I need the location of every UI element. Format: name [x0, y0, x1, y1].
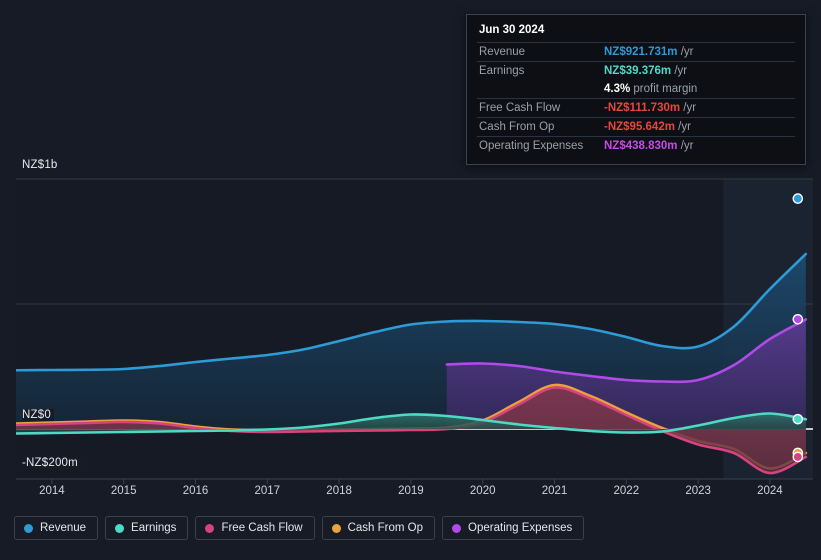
financial-chart-page: NZ$1b NZ$0 -NZ$200m 2014 2015 2016 2017 2018…: [0, 0, 821, 560]
legend-item-label: Cash From Op: [347, 522, 424, 534]
tooltip-row: Operating Expenses NZ$438.830m /yr: [477, 136, 795, 156]
chart-legend: Revenue Earnings Free Cash Flow Cash From O…: [14, 516, 585, 540]
x-axis-label-2024: 2024: [757, 485, 783, 497]
x-axis-label-2019: 2019: [398, 485, 424, 497]
tooltip-value-number: -NZ$95.642m: [604, 121, 675, 133]
tooltip-row: Earnings NZ$39.376m /yr: [477, 61, 795, 81]
legend-color-dot-icon: [205, 523, 215, 533]
tooltip-row-value: -NZ$111.730m /yr: [604, 99, 795, 118]
x-axis-label-2018: 2018: [326, 485, 352, 497]
legend-color-dot-icon: [331, 523, 341, 533]
tooltip-value-unit: /yr: [674, 121, 691, 133]
tooltip-row-value: NZ$438.830m /yr: [604, 137, 795, 156]
tooltip-value-number: 4.3%: [604, 83, 631, 95]
y-axis-label-top: NZ$1b: [22, 159, 61, 171]
tooltip-row-label: Cash From Op: [479, 121, 555, 133]
tooltip-value-number: NZ$39.376m: [604, 65, 672, 77]
tooltip-value-unit: /yr: [677, 46, 694, 58]
endpoint-marker-revenue: [792, 193, 804, 204]
tooltip-row-label: [477, 80, 604, 99]
tooltip-row-label: Operating Expenses: [479, 140, 584, 152]
x-axis-label-2021: 2021: [541, 485, 568, 497]
tooltip-row-value: -NZ$95.642m /yr: [604, 118, 795, 137]
tooltip-value-unit: profit margin: [630, 83, 698, 95]
endpoint-marker-free-cash-flow: [792, 451, 804, 463]
tooltip-table: Revenue NZ$921.731m /yr Earnings NZ$39.376m…: [477, 42, 795, 155]
legend-color-dot-icon: [24, 523, 33, 533]
tooltip-value-number: NZ$438.830m: [604, 140, 678, 152]
tooltip-date: Jun 30 2024: [479, 24, 545, 36]
x-axis-label-2014: 2014: [39, 485, 65, 497]
x-axis-label-2015: 2015: [110, 485, 137, 497]
tooltip-value-unit: /yr: [677, 140, 694, 152]
x-axis-label-2022: 2022: [613, 485, 640, 497]
tooltip-row: Cash From Op -NZ$95.642m /yr: [477, 117, 795, 137]
x-axis-label-2023: 2023: [685, 485, 711, 497]
x-axis-label-2017: 2017: [254, 485, 281, 497]
tooltip-row-label: Earnings: [479, 65, 525, 77]
legend-item-revenue[interactable]: Revenue: [14, 516, 99, 540]
tooltip-value-unit: /yr: [671, 65, 688, 77]
legend-color-dot-icon: [115, 523, 125, 533]
x-axis-label-2020: 2020: [469, 485, 496, 497]
legend-item-free-cash-flow[interactable]: Free Cash Flow: [195, 516, 315, 540]
tooltip-row-label: Free Cash Flow: [479, 102, 561, 114]
tooltip-value-number: -NZ$111.730m: [604, 102, 681, 114]
legend-item-cash-from-op[interactable]: Cash From Op: [321, 516, 436, 540]
data-tooltip: Jun 30 2024 Revenue NZ$921.731m /yr Earnin…: [466, 14, 806, 165]
tooltip-row: Revenue NZ$921.731m /yr: [477, 42, 795, 62]
tooltip-row: Free Cash Flow -NZ$111.730m /yr: [477, 98, 795, 118]
tooltip-row-label: Revenue: [479, 46, 526, 58]
legend-item-label: Operating Expenses: [468, 522, 573, 534]
legend-item-earnings[interactable]: Earnings: [105, 516, 189, 540]
tooltip-row-value: 4.3% profit margin: [604, 80, 795, 99]
legend-item-label: Earnings: [131, 522, 177, 534]
y-axis-label-bottom: -NZ$200m: [22, 457, 81, 469]
endpoint-marker-earnings: [792, 413, 804, 425]
endpoint-marker-operating-expenses: [792, 313, 804, 325]
legend-item-label: Free Cash Flow: [221, 522, 303, 534]
tooltip-value-unit: /yr: [680, 102, 697, 114]
tooltip-row-value: NZ$39.376m /yr: [604, 62, 795, 81]
legend-item-operating-expenses[interactable]: Operating Expenses: [442, 516, 585, 540]
x-axis-label-2016: 2016: [182, 485, 209, 497]
tooltip-row: 4.3% profit margin: [477, 80, 795, 99]
tooltip-row-value: NZ$921.731m /yr: [604, 43, 795, 62]
legend-color-dot-icon: [452, 523, 462, 533]
tooltip-value-number: NZ$921.731m: [604, 46, 678, 58]
legend-item-label: Revenue: [40, 522, 87, 534]
y-axis-label-zero: NZ$0: [22, 409, 54, 421]
